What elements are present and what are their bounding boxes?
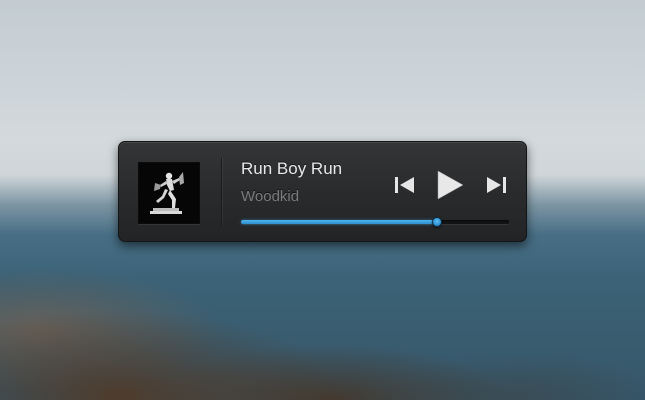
artist-name: Woodkid bbox=[241, 188, 300, 205]
track-title: Run Boy Run bbox=[241, 159, 343, 178]
album-art bbox=[138, 162, 200, 224]
skip-previous-icon bbox=[395, 177, 414, 193]
play-button[interactable] bbox=[435, 169, 465, 201]
progress-knob[interactable] bbox=[431, 217, 442, 227]
divider bbox=[221, 158, 222, 226]
progress-bar[interactable] bbox=[241, 217, 509, 227]
skip-next-icon bbox=[487, 177, 506, 193]
music-player-widget: Run Boy Run Woodkid bbox=[118, 141, 527, 242]
progress-fill bbox=[241, 220, 437, 224]
next-track-button[interactable] bbox=[485, 176, 507, 194]
previous-track-button[interactable] bbox=[394, 176, 416, 194]
play-icon bbox=[437, 170, 464, 200]
album-art-statue-icon bbox=[139, 163, 199, 223]
